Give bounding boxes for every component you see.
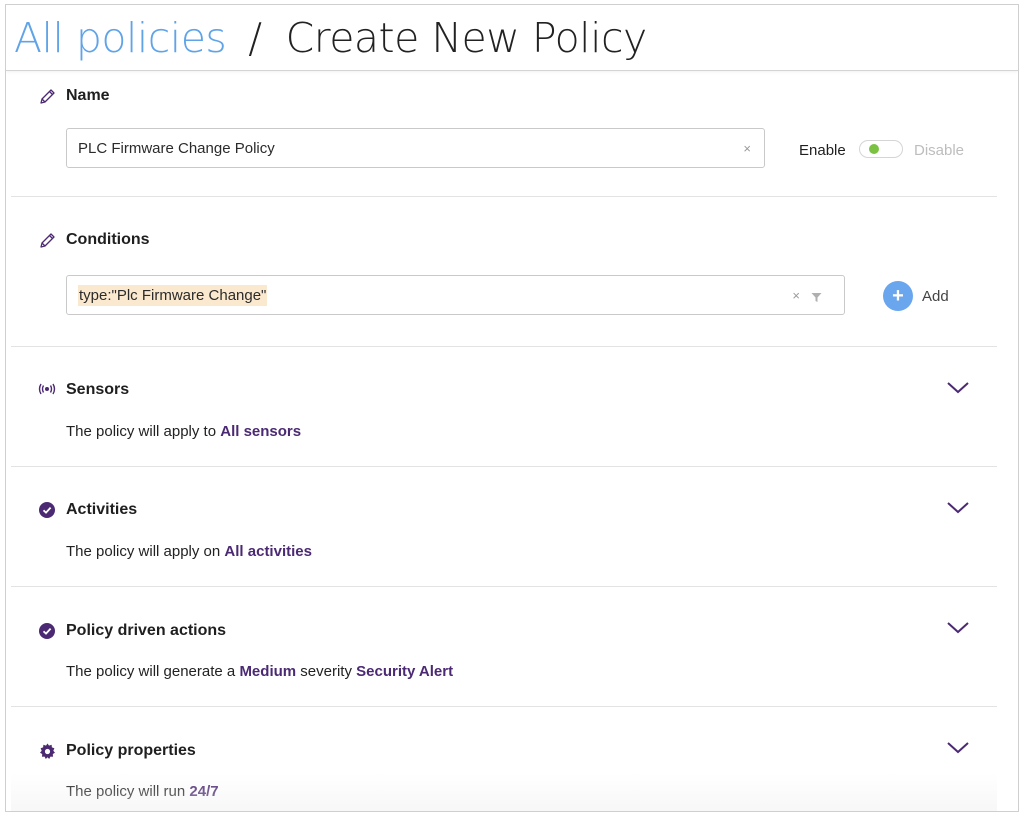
activities-section: Activities The policy will apply on All … (11, 467, 997, 587)
broadcast-icon (38, 380, 56, 398)
sensors-text: The policy will apply to (66, 423, 221, 440)
alert-type-link[interactable]: Security Alert (356, 663, 453, 680)
enable-toggle[interactable] (859, 140, 903, 158)
activities-value-link[interactable]: All activities (224, 543, 312, 560)
section-title-properties: Policy properties (66, 742, 196, 759)
pencil-icon (38, 231, 56, 249)
conditions-input[interactable]: type:"Plc Firmware Change" × (66, 275, 845, 315)
pencil-icon (38, 87, 56, 105)
policy-editor: All policies / Create New Policy Name PL… (5, 4, 1019, 812)
actions-section: Policy driven actions The policy will ge… (11, 587, 997, 707)
conditions-section: Conditions type:"Plc Firmware Change" × … (11, 197, 997, 347)
actions-text-prefix: The policy will generate a (66, 663, 240, 680)
section-title-activities: Activities (66, 501, 138, 518)
breadcrumb: All policies / Create New Policy (6, 5, 1018, 71)
add-condition-button[interactable]: + Add (883, 281, 949, 311)
section-title-conditions: Conditions (66, 231, 150, 248)
activities-text: The policy will apply on (66, 543, 225, 560)
severity-link[interactable]: Medium (239, 663, 296, 680)
section-title-actions: Policy driven actions (66, 622, 227, 639)
section-title-sensors: Sensors (66, 381, 130, 398)
clear-name-button[interactable]: × (743, 141, 751, 156)
sensors-section: Sensors The policy will apply to All sen… (11, 347, 997, 467)
plus-icon: + (883, 281, 913, 311)
schedule-link[interactable]: 24/7 (189, 783, 218, 800)
condition-chip[interactable]: type:"Plc Firmware Change" (78, 284, 268, 306)
activities-summary: The policy will apply on All activities (66, 543, 312, 560)
name-section: Name PLC Firmware Change Policy × Enable… (11, 72, 997, 197)
properties-section: Policy properties The policy will run 24… (11, 707, 997, 811)
policy-name-value: PLC Firmware Change Policy (78, 139, 275, 157)
add-label: Add (922, 287, 949, 305)
filter-icon[interactable] (811, 290, 822, 307)
properties-text: The policy will run (66, 783, 190, 800)
actions-summary: The policy will generate a Medium severi… (66, 663, 453, 680)
clear-conditions-button[interactable]: × (792, 288, 800, 303)
chevron-down-icon[interactable] (946, 500, 970, 516)
disable-label: Disable (914, 142, 965, 159)
section-title-name: Name (66, 87, 110, 104)
chevron-down-icon[interactable] (946, 740, 970, 756)
toggle-knob (869, 144, 879, 154)
check-circle-icon (38, 501, 56, 519)
sensors-value-link[interactable]: All sensors (220, 423, 301, 440)
check-circle-icon (38, 622, 56, 640)
chevron-down-icon[interactable] (946, 380, 970, 396)
enable-label: Enable (799, 142, 846, 159)
chevron-down-icon[interactable] (946, 620, 970, 636)
page-title: Create New Policy (285, 13, 648, 62)
breadcrumb-separator: / (248, 13, 262, 62)
sensors-summary: The policy will apply to All sensors (66, 423, 301, 440)
gear-icon (38, 742, 56, 760)
policy-name-input[interactable]: PLC Firmware Change Policy × (66, 128, 765, 168)
properties-summary: The policy will run 24/7 (66, 783, 219, 800)
actions-text-middle: severity (296, 663, 357, 680)
breadcrumb-all-policies-link[interactable]: All policies (14, 14, 227, 62)
